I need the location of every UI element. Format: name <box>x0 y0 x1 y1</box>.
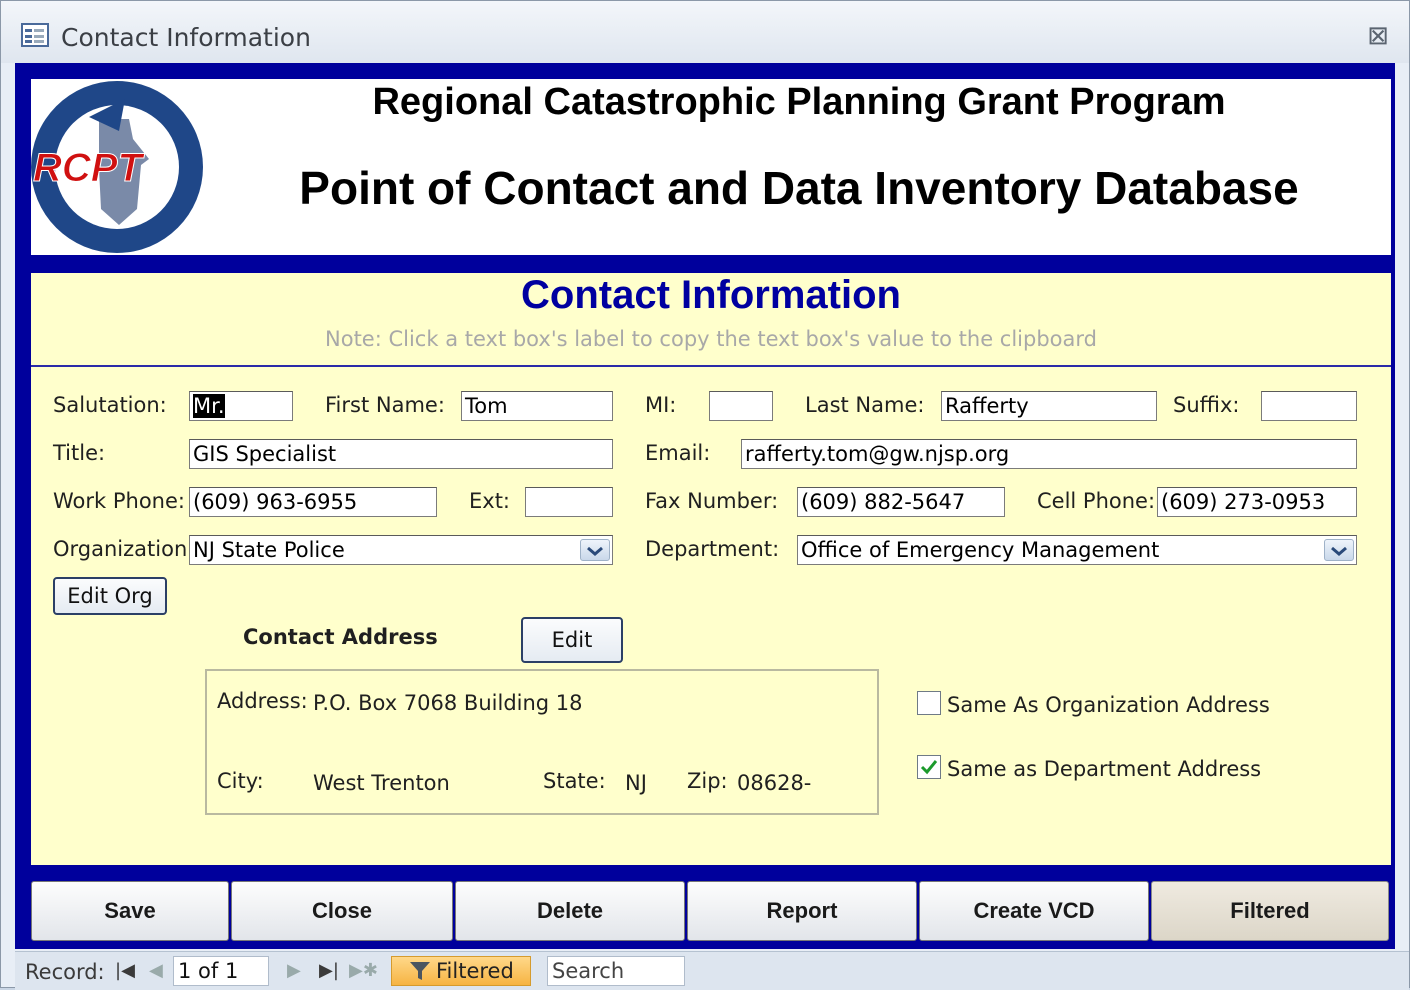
salutation-field[interactable]: Mr. <box>189 391 293 421</box>
same-as-org-label[interactable]: Same As Organization Address <box>947 693 1270 717</box>
program-heading: Regional Catastrophic Planning Grant Pro… <box>372 81 1226 123</box>
record-position-field[interactable]: 1 of 1 <box>173 956 269 986</box>
section-divider <box>31 365 1391 367</box>
same-as-dept-label[interactable]: Same as Department Address <box>947 757 1261 781</box>
fax-label[interactable]: Fax Number: <box>645 489 778 513</box>
city-label[interactable]: City: <box>217 769 264 793</box>
city-value: West Trenton <box>313 771 450 795</box>
record-label: Record: <box>25 960 105 984</box>
window-title: Contact Information <box>61 23 311 52</box>
salutation-label[interactable]: Salutation: <box>53 393 167 417</box>
email-field[interactable]: rafferty.tom@gw.njsp.org <box>741 439 1357 469</box>
close-window-icon[interactable]: ⊠ <box>1363 21 1393 51</box>
filter-status-toggle[interactable]: Filtered <box>391 956 531 986</box>
email-label[interactable]: Email: <box>645 441 710 465</box>
suffix-field[interactable] <box>1261 391 1357 421</box>
svg-text:RCPT: RCPT <box>33 146 145 190</box>
close-button[interactable]: Close <box>231 881 453 941</box>
work-phone-field[interactable]: (609) 963-6955 <box>189 487 437 517</box>
edit-address-button[interactable]: Edit <box>521 617 623 663</box>
first-record-icon[interactable]: |◀ <box>115 960 135 981</box>
zip-value: 08628- <box>737 771 812 795</box>
edit-org-button[interactable]: Edit Org <box>53 577 167 615</box>
first-name-label[interactable]: First Name: <box>325 393 445 417</box>
title-label[interactable]: Title: <box>53 441 105 465</box>
delete-button[interactable]: Delete <box>455 881 685 941</box>
form-title: Contact Information <box>521 273 901 317</box>
create-vcd-button[interactable]: Create VCD <box>919 881 1149 941</box>
same-as-org-checkbox[interactable] <box>917 691 941 715</box>
last-name-label[interactable]: Last Name: <box>805 393 924 417</box>
next-record-icon[interactable]: ▶ <box>287 960 301 981</box>
state-label[interactable]: State: <box>543 769 606 793</box>
checkmark-icon <box>920 760 938 775</box>
department-value: Office of Emergency Management <box>801 538 1160 562</box>
search-field[interactable]: Search <box>547 956 685 986</box>
cell-phone-field[interactable]: (609) 273-0953 <box>1157 487 1357 517</box>
organization-combo[interactable]: NJ State Police <box>189 535 613 565</box>
title-field[interactable]: GIS Specialist <box>189 439 613 469</box>
chevron-down-icon <box>587 546 603 556</box>
contact-address-heading: Contact Address <box>243 625 438 649</box>
organization-label[interactable]: Organization: <box>53 537 194 561</box>
organization-dropdown-button[interactable] <box>580 539 610 561</box>
department-dropdown-button[interactable] <box>1324 539 1354 561</box>
record-navigation-bar: Record: |◀ ◀ 1 of 1 ▶ ▶| ▶✱ Filtered Sea… <box>15 951 1409 990</box>
first-name-field[interactable]: Tom <box>461 391 613 421</box>
same-as-dept-checkbox[interactable] <box>917 755 941 779</box>
database-heading: Point of Contact and Data Inventory Data… <box>299 162 1299 214</box>
zip-label[interactable]: Zip: <box>687 769 728 793</box>
department-combo[interactable]: Office of Emergency Management <box>797 535 1357 565</box>
fax-field[interactable]: (609) 882-5647 <box>797 487 1005 517</box>
mi-field[interactable] <box>709 391 773 421</box>
last-name-field[interactable]: Rafferty <box>941 391 1157 421</box>
state-value: NJ <box>625 771 647 795</box>
report-button[interactable]: Report <box>687 881 917 941</box>
previous-record-icon[interactable]: ◀ <box>149 960 163 981</box>
cell-phone-label[interactable]: Cell Phone: <box>1037 489 1155 513</box>
save-button[interactable]: Save <box>31 881 229 941</box>
last-record-icon[interactable]: ▶| <box>319 960 339 981</box>
filtered-toggle-button[interactable]: Filtered <box>1151 881 1389 941</box>
chevron-down-icon <box>1331 546 1347 556</box>
clipboard-note: Note: Click a text box's label to copy t… <box>325 327 1097 351</box>
mi-label[interactable]: MI: <box>645 393 676 417</box>
title-bar: Contact Information ⊠ <box>1 1 1409 63</box>
address-value: P.O. Box 7068 Building 18 <box>313 691 583 715</box>
organization-value: NJ State Police <box>193 538 345 562</box>
department-label[interactable]: Department: <box>645 537 779 561</box>
new-record-icon[interactable]: ▶✱ <box>349 960 378 981</box>
form-icon <box>21 23 49 47</box>
address-label[interactable]: Address: <box>217 689 308 713</box>
ext-field[interactable] <box>525 487 613 517</box>
funnel-icon <box>410 962 430 980</box>
ext-label[interactable]: Ext: <box>469 489 510 513</box>
suffix-label[interactable]: Suffix: <box>1173 393 1239 417</box>
rcpt-logo: RCPT <box>31 81 203 253</box>
work-phone-label[interactable]: Work Phone: <box>53 489 185 513</box>
filter-status-label: Filtered <box>436 959 514 983</box>
access-form-window: Contact Information ⊠ RCPT Regional Cata… <box>0 0 1410 990</box>
